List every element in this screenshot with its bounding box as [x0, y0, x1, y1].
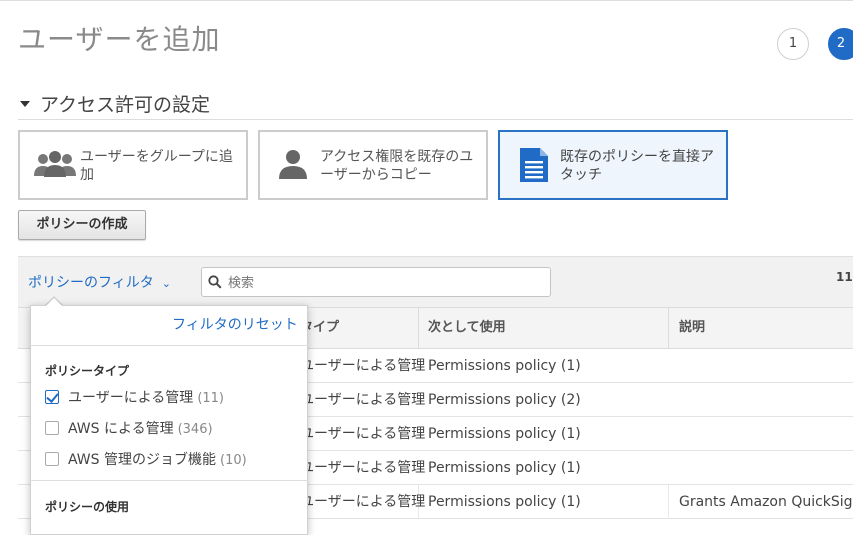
filter-option-job-function[interactable]: AWS 管理のジョブ機能 (10)	[45, 449, 247, 469]
caret-down-icon	[20, 100, 30, 107]
column-header-description[interactable]: 説明	[679, 307, 705, 349]
step-1-indicator[interactable]: 1	[777, 28, 809, 60]
section-divider	[18, 119, 853, 120]
chevron-down-icon: ⌄	[161, 277, 171, 290]
cell-used-as: Permissions policy (1)	[428, 460, 581, 476]
policy-usage-heading: ポリシーの使用	[45, 500, 130, 514]
option-label: ユーザーによる管理	[68, 390, 194, 406]
option-attach-policies[interactable]: 既存のポリシーを直接アタッチ	[498, 130, 728, 200]
cell-divider	[668, 485, 669, 519]
option-label: AWS による管理	[68, 421, 174, 437]
policy-search-box[interactable]	[201, 267, 551, 297]
dropdown-divider	[30, 345, 308, 346]
cell-description: Grants Amazon QuickSight l	[679, 494, 853, 510]
checkbox[interactable]	[45, 421, 59, 435]
search-input[interactable]	[226, 271, 545, 295]
policy-filter-toggle[interactable]: ポリシーのフィルタ ⌄	[28, 272, 171, 292]
checkbox-checked[interactable]	[45, 390, 59, 404]
reset-filters-link[interactable]: フィルタのリセット	[172, 314, 298, 334]
dropdown-divider	[30, 480, 308, 481]
filter-option-customer-managed[interactable]: ユーザーによる管理 (11)	[45, 387, 224, 407]
page-title: ユーザーを追加	[18, 23, 221, 56]
checkbox[interactable]	[45, 452, 59, 466]
cell-used-as: Permissions policy (1)	[428, 494, 581, 510]
search-icon	[208, 275, 222, 289]
section-title: アクセス許可の設定	[40, 94, 211, 116]
group-icon	[32, 146, 78, 184]
option-label: 既存のポリシーを直接アタッチ	[560, 149, 714, 183]
option-label: アクセス権限を既存のユーザーからコピー	[320, 149, 474, 183]
column-divider	[418, 307, 419, 349]
option-copy-permissions[interactable]: アクセス権限を既存のユーザーからコピー	[258, 130, 488, 200]
cell-type: ユーザーによる管理	[300, 460, 426, 476]
option-label: ユーザーをグループに追加	[80, 149, 233, 183]
create-policy-button[interactable]: ポリシーの作成	[18, 210, 146, 240]
cell-type: ユーザーによる管理	[300, 426, 426, 442]
cell-used-as: Permissions policy (1)	[428, 426, 581, 442]
option-count: (11)	[197, 391, 224, 406]
section-header[interactable]: アクセス許可の設定	[20, 90, 210, 117]
cell-used-as: Permissions policy (2)	[428, 392, 581, 408]
cell-type: ユーザーによる管理	[300, 494, 426, 510]
option-add-to-group[interactable]: ユーザーをグループに追加	[18, 130, 248, 200]
cell-type: ユーザーによる管理	[300, 358, 426, 374]
option-count: (346)	[177, 422, 213, 437]
user-icon	[272, 146, 318, 184]
dropdown-pointer-fill	[45, 298, 63, 307]
policy-type-heading: ポリシータイプ	[45, 364, 130, 378]
step-2-indicator[interactable]: 2	[828, 28, 853, 60]
cell-type: ユーザーによる管理	[300, 392, 426, 408]
result-count: 11	[836, 270, 853, 284]
column-header-used-as[interactable]: 次として使用	[428, 307, 506, 349]
cell-used-as: Permissions policy (1)	[428, 358, 581, 374]
column-divider	[668, 307, 669, 349]
filter-option-aws-managed[interactable]: AWS による管理 (346)	[45, 418, 213, 438]
option-label: AWS 管理のジョブ機能	[68, 452, 216, 468]
option-count: (10)	[220, 453, 247, 468]
filter-label: ポリシーのフィルタ	[28, 275, 154, 291]
top-divider	[0, 0, 853, 1]
document-icon	[512, 146, 558, 184]
